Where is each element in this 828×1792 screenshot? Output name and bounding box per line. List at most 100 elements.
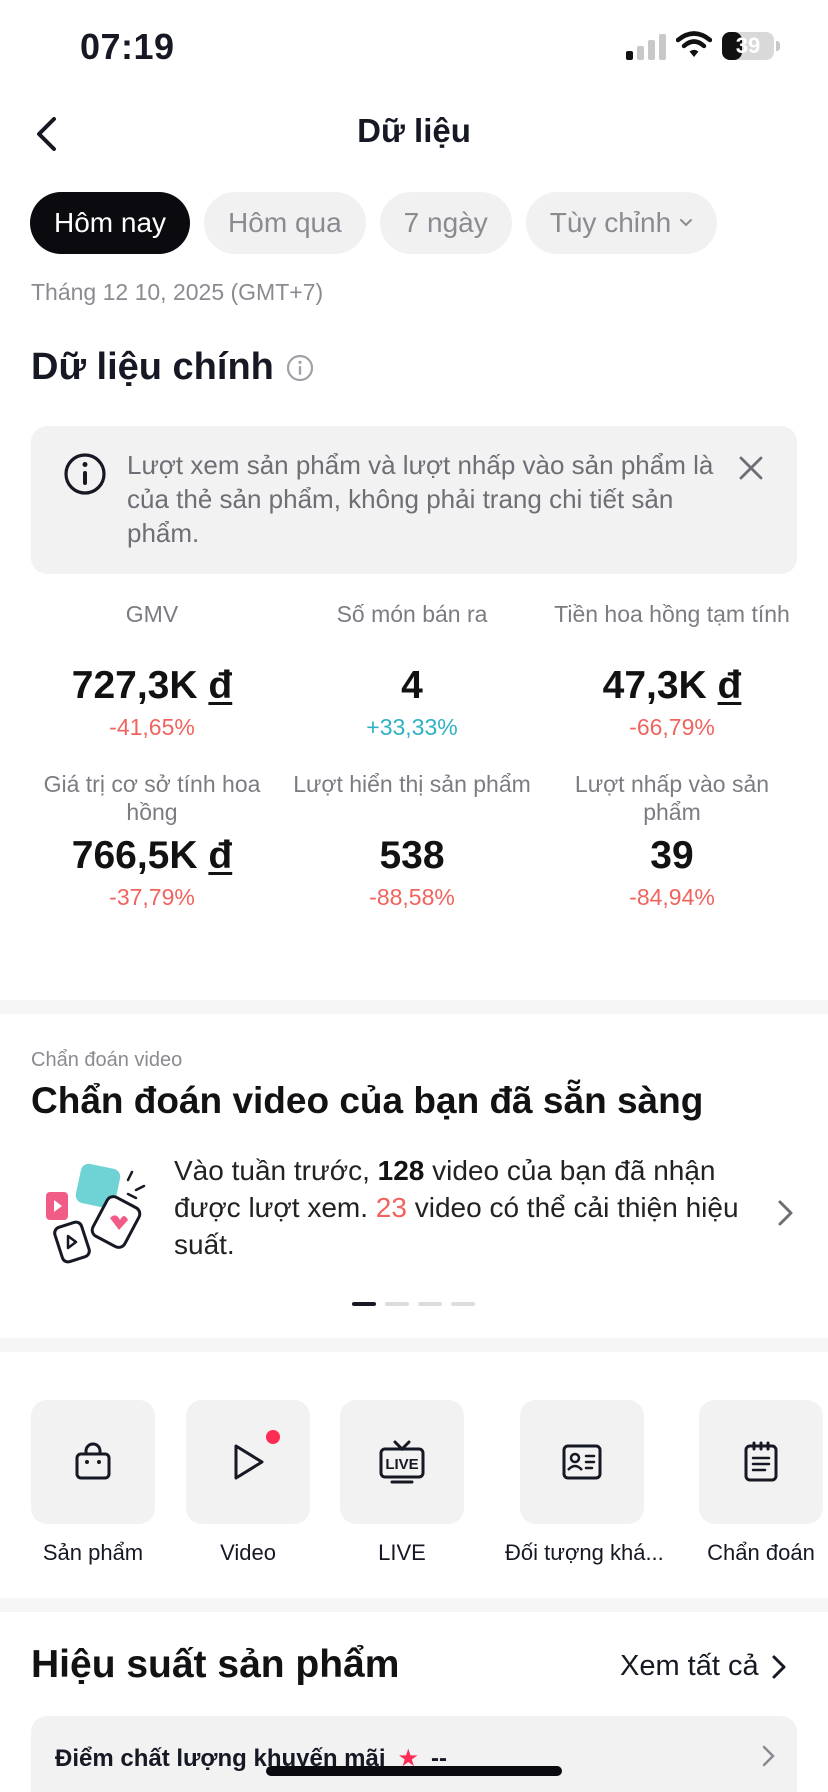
metric-label: Tiền hoa hồng tạm tính bbox=[554, 601, 790, 627]
metric-number: 766,5K bbox=[71, 834, 198, 877]
metric-change: -41,65% bbox=[109, 714, 195, 740]
date-label: Tháng 12 10, 2025 (GMT+7) bbox=[31, 279, 324, 305]
metric-product-clicks[interactable]: Lượt nhấp vào sản phẩm 39 -84,94% bbox=[542, 770, 802, 912]
metric-change: -37,79% bbox=[109, 884, 195, 910]
tab-label: 7 ngày bbox=[403, 207, 488, 238]
see-all-link[interactable]: Xem tất cả bbox=[620, 1650, 787, 1683]
metric-label: GMV bbox=[125, 601, 179, 627]
diagnosis-title: Chẩn đoán video của bạn đã sẵn sàng bbox=[31, 1080, 704, 1121]
currency-symbol: đ bbox=[208, 664, 233, 707]
battery-cap bbox=[776, 41, 780, 51]
shortcut-tile bbox=[699, 1400, 823, 1524]
chevron-down-icon bbox=[680, 219, 693, 227]
pagination-dot[interactable] bbox=[352, 1302, 376, 1306]
diagnosis-text: Vào tuần trước, 128 video của bạn đã nhậ… bbox=[174, 1152, 764, 1263]
metric-commission-base[interactable]: Giá trị cơ sở tính hoa hồng 766,5K đ -37… bbox=[22, 770, 282, 912]
shortcut-label: Chẩn đoán bbox=[707, 1540, 815, 1565]
video-diagnosis-illustration-icon bbox=[46, 1163, 146, 1264]
shortcut-live[interactable]: LIVE LIVE bbox=[325, 1400, 479, 1566]
metric-value: 766,5K đ bbox=[22, 834, 282, 878]
live-tv-icon: LIVE bbox=[379, 1440, 425, 1484]
currency-symbol: đ bbox=[208, 834, 233, 877]
section-divider bbox=[0, 1598, 828, 1612]
clipboard-icon bbox=[744, 1441, 778, 1482]
tab-label: Hôm nay bbox=[54, 207, 167, 238]
metrics-grid: GMV 727,3K đ -41,65% Số món bán ra 4 +33… bbox=[22, 600, 802, 912]
shortcut-label: Video bbox=[220, 1540, 276, 1565]
date-range-tabs: Hôm nay Hôm qua 7 ngày Tùy chỉnh bbox=[30, 192, 718, 254]
notification-badge bbox=[266, 1430, 280, 1444]
shortcut-label: LIVE bbox=[378, 1540, 426, 1565]
tab-yesterday[interactable]: Hôm qua bbox=[204, 192, 366, 254]
shortcut-products[interactable]: Sản phẩm bbox=[31, 1400, 170, 1566]
metric-product-impressions[interactable]: Lượt hiển thị sản phẩm 538 -88,58% bbox=[282, 770, 542, 912]
metric-number: 727,3K bbox=[71, 664, 198, 707]
cellular-signal-icon bbox=[626, 34, 666, 60]
id-card-icon bbox=[562, 1444, 602, 1480]
shortcut-tile bbox=[186, 1400, 310, 1524]
tab-7-days[interactable]: 7 ngày bbox=[379, 192, 512, 254]
shortcut-audience[interactable]: Đối tượng khá... bbox=[505, 1400, 664, 1566]
metric-change: -84,94% bbox=[629, 884, 715, 910]
metric-number: 39 bbox=[650, 834, 694, 877]
wifi-icon bbox=[676, 31, 712, 57]
battery-percentage: 39 bbox=[735, 33, 761, 58]
metric-value: 39 bbox=[542, 834, 802, 878]
shortcut-tile: LIVE bbox=[340, 1400, 464, 1524]
section-title-text: Dữ liệu chính bbox=[31, 346, 274, 388]
shortcut-label: Sản phẩm bbox=[42, 1540, 144, 1565]
shortcut-row: Sản phẩm Video LIVE LIVE Đối tượng khá..… bbox=[31, 1400, 828, 1570]
notice-text: Lượt xem sản phẩm và lượt nhấp vào sản p… bbox=[127, 450, 714, 548]
close-icon[interactable] bbox=[735, 452, 767, 484]
main-data-title: Dữ liệu chính bbox=[31, 346, 314, 389]
video-count: 128 bbox=[377, 1155, 425, 1186]
shortcut-diagnosis[interactable]: Chẩn đoán bbox=[684, 1400, 828, 1566]
svg-text:LIVE: LIVE bbox=[385, 1456, 418, 1473]
info-icon[interactable] bbox=[286, 354, 314, 382]
battery-icon: 39 bbox=[722, 32, 774, 60]
metric-label: Giá trị cơ sở tính hoa hồng bbox=[43, 771, 261, 825]
metric-change: +33,33% bbox=[366, 714, 458, 740]
pagination-dot[interactable] bbox=[418, 1302, 442, 1306]
chevron-right-icon[interactable] bbox=[774, 1196, 798, 1230]
tab-label: Hôm qua bbox=[228, 207, 342, 238]
metric-value: 538 bbox=[282, 834, 542, 878]
shortcut-video[interactable]: Video bbox=[171, 1400, 325, 1566]
metric-label: Lượt nhấp vào sản phẩm bbox=[574, 771, 770, 825]
carousel-pagination bbox=[352, 1302, 475, 1306]
metric-value: 47,3K đ bbox=[542, 664, 802, 708]
metric-gmv[interactable]: GMV 727,3K đ -41,65% bbox=[22, 600, 282, 742]
pagination-dot[interactable] bbox=[451, 1302, 475, 1306]
metric-label: Lượt hiển thị sản phẩm bbox=[293, 771, 531, 797]
diagnosis-kicker: Chẩn đoán video bbox=[31, 1049, 183, 1071]
play-icon bbox=[234, 1444, 264, 1480]
metric-value: 727,3K đ bbox=[22, 664, 282, 708]
info-circle-icon bbox=[64, 453, 106, 495]
tab-custom[interactable]: Tùy chỉnh bbox=[525, 192, 718, 254]
metric-estimated-commission[interactable]: Tiền hoa hồng tạm tính 47,3K đ -66,79% bbox=[542, 600, 802, 742]
home-indicator[interactable] bbox=[266, 1766, 562, 1776]
shortcut-tile bbox=[31, 1400, 155, 1524]
shopping-bag-icon bbox=[75, 1442, 111, 1480]
metric-label: Số món bán ra bbox=[336, 601, 488, 627]
tab-today[interactable]: Hôm nay bbox=[30, 192, 191, 254]
tab-label: Tùy chỉnh bbox=[549, 207, 672, 238]
metric-number: 4 bbox=[401, 664, 423, 707]
shortcut-tile bbox=[520, 1400, 644, 1524]
product-performance-title: Hiệu suất sản phẩm bbox=[31, 1643, 400, 1686]
section-divider bbox=[0, 1000, 828, 1014]
shortcut-label: Đối tượng khá... bbox=[505, 1540, 664, 1565]
page-title: Dữ liệu bbox=[357, 112, 471, 149]
metric-value: 4 bbox=[282, 664, 542, 708]
info-notice: Lượt xem sản phẩm và lượt nhấp vào sản p… bbox=[31, 426, 797, 574]
diagnosis-text-part: Vào tuần trước, bbox=[174, 1155, 378, 1186]
promotion-quality-score-card[interactable]: Điểm chất lượng khuyến mãi ★ -- bbox=[31, 1716, 797, 1792]
chevron-right-icon bbox=[762, 1745, 775, 1767]
metric-number: 47,3K bbox=[602, 664, 707, 707]
pagination-dot[interactable] bbox=[385, 1302, 409, 1306]
currency-symbol: đ bbox=[717, 664, 742, 707]
status-time: 07:19 bbox=[80, 26, 175, 67]
section-divider bbox=[0, 1338, 828, 1352]
metric-items-sold[interactable]: Số món bán ra 4 +33,33% bbox=[282, 600, 542, 742]
see-all-label: Xem tất cả bbox=[620, 1650, 759, 1682]
